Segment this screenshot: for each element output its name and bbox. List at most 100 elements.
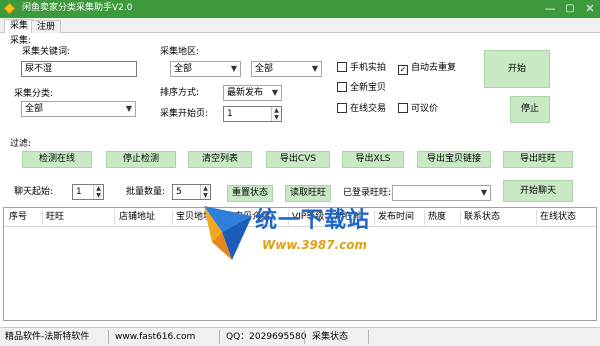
export-cvs-button[interactable]: 导出CVS — [266, 151, 330, 168]
stepper-down-icon[interactable]: ▼ — [94, 192, 103, 199]
status-site: www.fast616.com — [115, 332, 196, 342]
status-state: 采集状态 — [312, 332, 349, 342]
keyword-label: 采集关键词: — [22, 47, 71, 57]
status-vendor: 精品软件-法斯特软件 — [5, 332, 90, 342]
checkbox-brand-new[interactable]: 全新宝贝 — [337, 82, 386, 94]
sort-label: 排序方式: — [160, 88, 200, 98]
stop-button[interactable]: 停止 — [510, 96, 550, 123]
start-chat-button[interactable]: 开始聊天 — [503, 180, 573, 202]
sort-select[interactable]: 最新发布 ▼ — [223, 85, 282, 101]
checkbox-label: 可议价 — [411, 104, 439, 114]
checkbox-box[interactable] — [337, 62, 347, 72]
stepper-down-icon[interactable]: ▼ — [272, 114, 281, 121]
stepper-up-icon[interactable]: ▲ — [272, 107, 281, 114]
checkbox-auto-dedupe[interactable]: ✓ 自动去重复 — [398, 62, 457, 75]
watermark: 统一下载站 Www.3987.com — [200, 202, 400, 272]
window-title: 闲鱼卖家分类采集助手V2.0 — [22, 3, 133, 13]
checkbox-label: 在线交易 — [350, 104, 387, 114]
maximize-icon[interactable]: ▢ — [560, 0, 580, 18]
chat-start-stepper[interactable]: 1 ▲ ▼ — [72, 184, 104, 200]
status-divider — [304, 330, 305, 344]
chevron-down-icon: ▼ — [480, 188, 487, 197]
region-label: 采集地区: — [160, 47, 200, 57]
batch-label: 批量数量: — [126, 187, 166, 197]
export-item-links-button[interactable]: 导出宝贝链接 — [417, 151, 491, 168]
reset-status-button[interactable]: 重置状态 — [227, 185, 273, 202]
clear-list-button[interactable]: 清空列表 — [188, 151, 252, 168]
chat-start-value: 1 — [76, 187, 82, 197]
filter-group-label: 过滤: — [10, 139, 32, 149]
column-header[interactable]: 联系状态 — [464, 208, 500, 227]
column-divider[interactable] — [460, 210, 461, 225]
column-divider[interactable] — [424, 210, 425, 225]
tab-collect[interactable]: 采集 — [4, 19, 35, 34]
batch-stepper[interactable]: 5 ▲ ▼ — [172, 184, 211, 200]
column-header[interactable]: 在线状态 — [540, 208, 576, 227]
city-select[interactable]: 全部 ▼ — [251, 61, 322, 77]
keyword-input[interactable]: 尿不湿 — [21, 61, 137, 77]
column-header[interactable]: 序号 — [9, 208, 27, 227]
start-page-label: 采集开始页: — [160, 109, 209, 119]
checkbox-phone-photo[interactable]: 手机实拍 — [337, 62, 386, 74]
status-qq: QQ：2029695580 — [226, 332, 307, 342]
status-divider — [368, 330, 369, 344]
collect-group-label: 采集: — [10, 36, 32, 46]
checkmark-icon[interactable]: ✓ — [398, 65, 408, 75]
category-value: 全部 — [25, 104, 44, 114]
province-select[interactable]: 全部 ▼ — [170, 61, 241, 77]
column-header[interactable]: 旺旺 — [46, 208, 64, 227]
stepper-down-icon[interactable]: ▼ — [201, 192, 210, 199]
stop-check-button[interactable]: 停止检测 — [106, 151, 176, 168]
read-wangwang-button[interactable]: 读取旺旺 — [285, 185, 331, 202]
column-divider[interactable] — [114, 210, 115, 225]
export-wangwang-button[interactable]: 导出旺旺 — [503, 151, 573, 168]
title-bar: 闲鱼卖家分类采集助手V2.0 — ▢ ✕ — [0, 0, 600, 18]
status-bar: 精品软件-法斯特软件 www.fast616.com QQ：2029695580… — [0, 327, 600, 346]
category-select[interactable]: 全部 ▼ — [21, 101, 136, 117]
city-value: 全部 — [255, 64, 274, 74]
stepper-buttons[interactable]: ▲ ▼ — [93, 185, 103, 199]
checkbox-negotiable[interactable]: 可议价 — [398, 103, 438, 115]
stepper-buttons[interactable]: ▲ ▼ — [200, 185, 210, 199]
checkbox-box[interactable] — [337, 103, 347, 113]
checkbox-box[interactable] — [398, 103, 408, 113]
check-online-button[interactable]: 检测在线 — [22, 151, 92, 168]
category-label: 采集分类: — [14, 89, 54, 99]
stepper-up-icon[interactable]: ▲ — [201, 185, 210, 192]
checkbox-online-trade[interactable]: 在线交易 — [337, 103, 386, 115]
logged-wangwang-label: 已登录旺旺: — [343, 188, 392, 198]
logged-wangwang-select[interactable]: ▼ — [392, 185, 491, 201]
status-divider — [219, 330, 220, 344]
column-header[interactable]: 热度 — [428, 208, 446, 227]
watermark-text: 统一下载站 — [255, 208, 371, 233]
chevron-down-icon: ▼ — [271, 88, 278, 97]
batch-value: 5 — [176, 187, 182, 197]
chevron-down-icon: ▼ — [230, 64, 237, 73]
close-icon[interactable]: ✕ — [580, 0, 600, 18]
stepper-buttons[interactable]: ▲ ▼ — [271, 107, 281, 121]
checkbox-label: 自动去重复 — [411, 63, 457, 73]
checkbox-box[interactable] — [337, 82, 347, 92]
sort-value: 最新发布 — [227, 88, 264, 98]
column-header[interactable]: 店铺地址 — [119, 208, 155, 227]
minimize-icon[interactable]: — — [540, 0, 560, 18]
tab-bar: 采集 注册 — [0, 18, 600, 34]
watermark-logo-icon — [204, 206, 252, 260]
export-xls-button[interactable]: 导出XLS — [342, 151, 404, 168]
status-divider — [108, 330, 109, 344]
province-value: 全部 — [174, 64, 193, 74]
chat-start-label: 聊天起始: — [14, 187, 54, 197]
checkbox-label: 手机实拍 — [350, 63, 387, 73]
start-page-stepper[interactable]: 1 ▲ ▼ — [223, 106, 282, 122]
stepper-up-icon[interactable]: ▲ — [94, 185, 103, 192]
checkbox-label: 全新宝贝 — [350, 83, 387, 93]
chevron-down-icon: ▼ — [125, 104, 132, 113]
tab-register[interactable]: 注册 — [31, 20, 62, 34]
collect-panel: 采集: 采集关键词: 尿不湿 采集地区: 全部 ▼ 全部 ▼ 采集分类: 全部 … — [0, 33, 600, 346]
watermark-url: Www.3987.com — [262, 238, 368, 252]
app-icon — [3, 2, 16, 15]
column-divider[interactable] — [536, 210, 537, 225]
start-button[interactable]: 开始 — [484, 50, 550, 88]
column-divider[interactable] — [172, 210, 173, 225]
column-divider[interactable] — [42, 210, 43, 225]
